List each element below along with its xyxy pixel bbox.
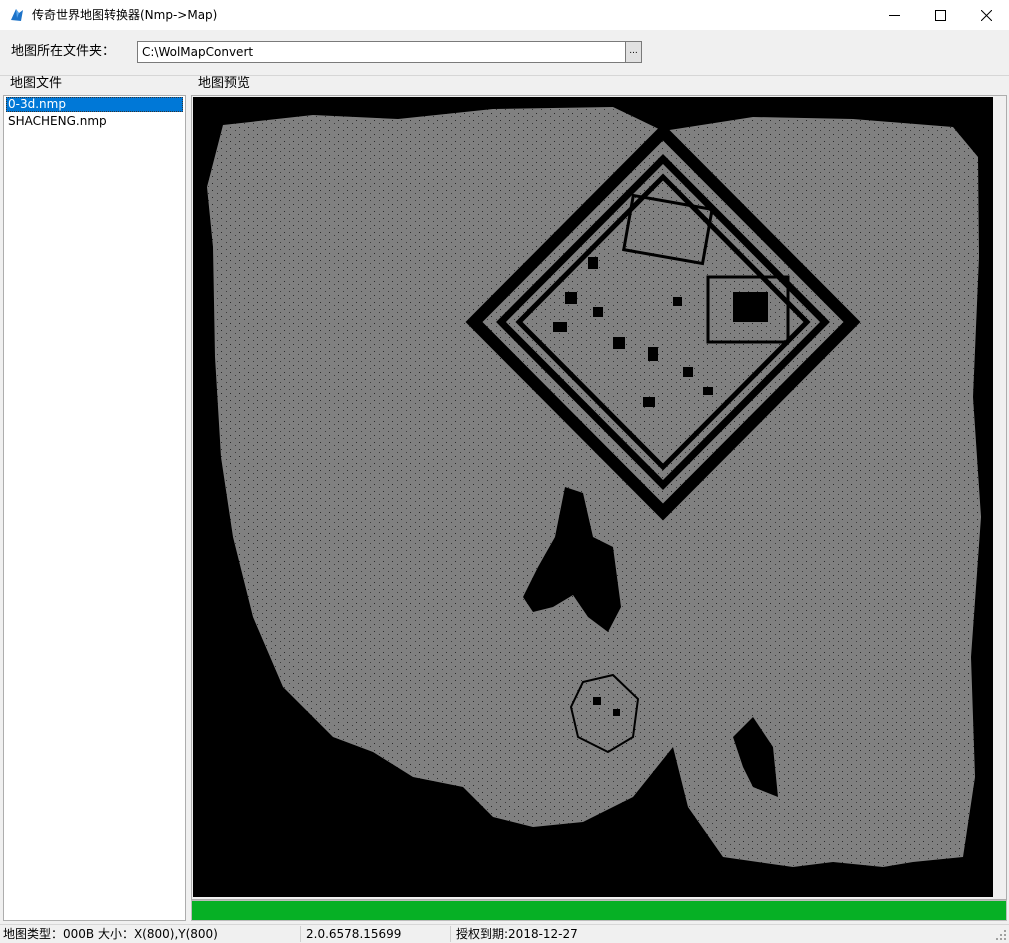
map-files-group-label: 地图文件 [8,76,65,92]
map-file-list[interactable]: 0-3d.nmp SHACHENG.nmp [3,95,186,921]
browse-folder-button[interactable]: ... [625,41,642,63]
map-app-icon [11,9,23,21]
folder-row: 地图所在文件夹： C:\WolMapConvert ... [0,30,1009,76]
map-preview-canvas[interactable] [193,97,993,897]
resize-grip-icon[interactable] [995,929,1007,941]
folder-path-input[interactable]: C:\WolMapConvert [137,41,626,63]
title-bar[interactable]: 传奇世界地图转换器(Nmp->Map) [0,0,1009,30]
window-title: 传奇世界地图转换器(Nmp->Map) [32,8,218,22]
folder-label: 地图所在文件夹： [11,44,116,59]
status-version: 2.0.6578.15699 [306,927,402,941]
status-license-expiry: 授权到期:2018-12-27 [456,927,578,941]
list-item[interactable]: SHACHENG.nmp [6,114,183,129]
map-preview-image [207,107,981,867]
status-separator [450,926,451,942]
close-button[interactable] [963,0,1009,30]
status-bar: 地图类型：000B 大小：X(800),Y(800) 2.0.6578.1569… [0,924,1009,943]
map-preview-group-label: 地图预览 [196,76,253,92]
map-preview-frame [191,95,1007,900]
status-separator [300,926,301,942]
minimize-icon [888,14,900,16]
close-icon [980,9,992,21]
minimize-button[interactable] [871,0,917,30]
status-map-info: 地图类型：000B 大小：X(800),Y(800) [3,927,218,941]
maximize-icon [934,9,946,21]
conversion-progress-bar [191,900,1007,921]
main-window: 传奇世界地图转换器(Nmp->Map) 地图所在文件夹： C:\WolMapCo… [0,0,1009,943]
progress-fill [192,901,1006,920]
list-item[interactable]: 0-3d.nmp [6,97,183,112]
maximize-button[interactable] [917,0,963,30]
preview-side-strip [994,97,1006,897]
